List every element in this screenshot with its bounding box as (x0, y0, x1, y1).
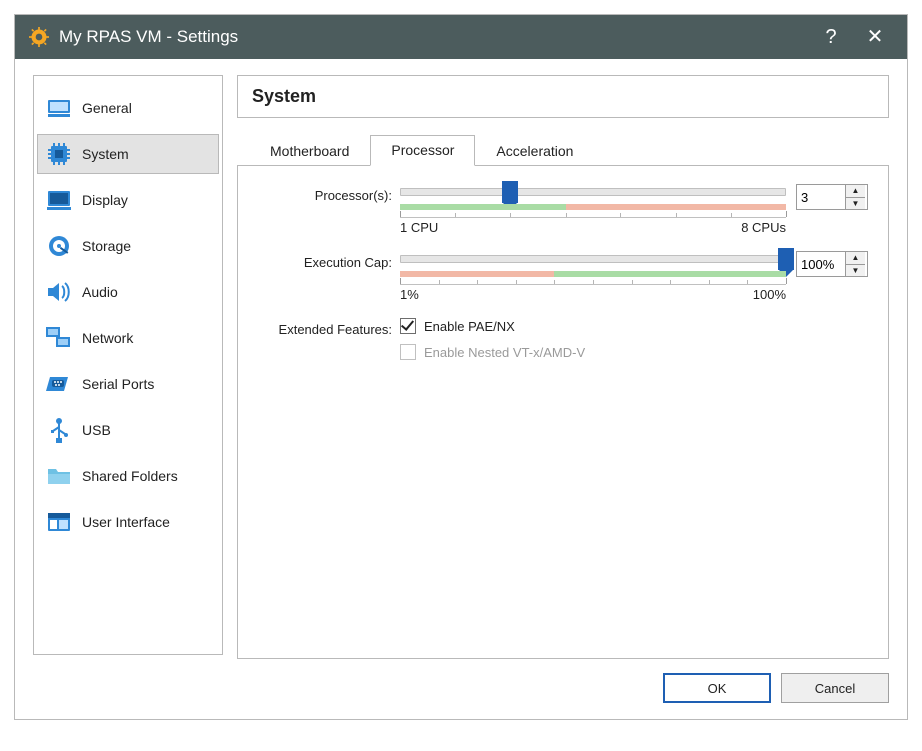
speaker-icon (46, 280, 72, 304)
spin-down-icon[interactable]: ▼ (846, 197, 865, 209)
sidebar-item-network[interactable]: Network (37, 318, 219, 358)
window-title: My RPAS VM - Settings (59, 27, 809, 47)
enable-nested-vt-checkbox (400, 344, 416, 360)
dialog-footer: OK Cancel (237, 673, 889, 703)
network-icon (46, 326, 72, 350)
sidebar-item-display[interactable]: Display (37, 180, 219, 220)
processor-count-min-label: 1 CPU (400, 220, 438, 235)
heading-box: System (237, 75, 889, 118)
execution-cap-input[interactable] (797, 252, 845, 276)
folder-icon (46, 464, 72, 488)
sidebar-item-label: System (82, 146, 129, 162)
disk-icon (46, 234, 72, 258)
title-bar: My RPAS VM - Settings ? ✕ (15, 15, 907, 59)
main-panel: System Motherboard Processor Acceleratio… (237, 75, 889, 703)
enable-nested-vt-label: Enable Nested VT-x/AMD-V (424, 345, 585, 360)
execution-cap-spinbox[interactable]: ▲ ▼ (796, 251, 868, 277)
tab-strip: Motherboard Processor Acceleration (237, 134, 889, 166)
execution-cap-slider[interactable] (400, 251, 786, 271)
chip-icon (46, 142, 72, 166)
display-icon (46, 188, 72, 212)
slider-thumb-icon[interactable] (778, 248, 794, 270)
sidebar-item-system[interactable]: System (37, 134, 219, 174)
sidebar-item-usb[interactable]: USB (37, 410, 219, 450)
gear-icon (29, 27, 49, 47)
processor-count-input[interactable] (797, 185, 845, 209)
enable-pae-nx-label: Enable PAE/NX (424, 319, 515, 334)
sidebar-item-label: Serial Ports (82, 376, 154, 392)
sidebar-item-label: Network (82, 330, 133, 346)
sidebar-item-label: Display (82, 192, 128, 208)
client-area: General System Display (15, 59, 907, 719)
usb-icon (46, 418, 72, 442)
page-heading: System (252, 86, 316, 106)
tab-processor[interactable]: Processor (370, 135, 475, 166)
sidebar-item-storage[interactable]: Storage (37, 226, 219, 266)
slider-thumb-icon[interactable] (502, 181, 518, 203)
sidebar-item-user-interface[interactable]: User Interface (37, 502, 219, 542)
sidebar-item-label: Audio (82, 284, 118, 300)
spin-down-icon[interactable]: ▼ (846, 264, 865, 276)
cancel-button[interactable]: Cancel (781, 673, 889, 703)
settings-window: My RPAS VM - Settings ? ✕ General System (14, 14, 908, 720)
sidebar-item-label: General (82, 100, 132, 116)
execution-cap-label: Execution Cap: (250, 251, 400, 270)
execution-cap-min-label: 1% (400, 287, 419, 302)
sidebar-item-general[interactable]: General (37, 88, 219, 128)
sidebar-item-audio[interactable]: Audio (37, 272, 219, 312)
tab-acceleration[interactable]: Acceleration (475, 136, 594, 166)
sidebar-item-label: Storage (82, 238, 131, 254)
ui-icon (46, 510, 72, 534)
ok-button[interactable]: OK (663, 673, 771, 703)
processor-count-spinbox[interactable]: ▲ ▼ (796, 184, 868, 210)
sidebar-item-label: User Interface (82, 514, 170, 530)
serial-icon (46, 372, 72, 396)
processor-count-max-label: 8 CPUs (741, 220, 786, 235)
sidebar-item-serial-ports[interactable]: Serial Ports (37, 364, 219, 404)
category-sidebar: General System Display (33, 75, 223, 655)
sidebar-item-shared-folders[interactable]: Shared Folders (37, 456, 219, 496)
help-button[interactable]: ? (809, 27, 853, 47)
processor-count-slider[interactable] (400, 184, 786, 204)
enable-pae-nx-checkbox[interactable] (400, 318, 416, 334)
spin-up-icon[interactable]: ▲ (846, 185, 865, 197)
monitor-icon (46, 96, 72, 120)
sidebar-item-label: Shared Folders (82, 468, 178, 484)
extended-features-label: Extended Features: (250, 318, 400, 337)
sidebar-item-label: USB (82, 422, 111, 438)
tab-panel-processor: Processor(s): (237, 166, 889, 659)
close-button[interactable]: ✕ (853, 27, 897, 47)
processor-count-label: Processor(s): (250, 184, 400, 203)
execution-cap-max-label: 100% (753, 287, 786, 302)
spin-up-icon[interactable]: ▲ (846, 252, 865, 264)
tab-motherboard[interactable]: Motherboard (249, 136, 370, 166)
